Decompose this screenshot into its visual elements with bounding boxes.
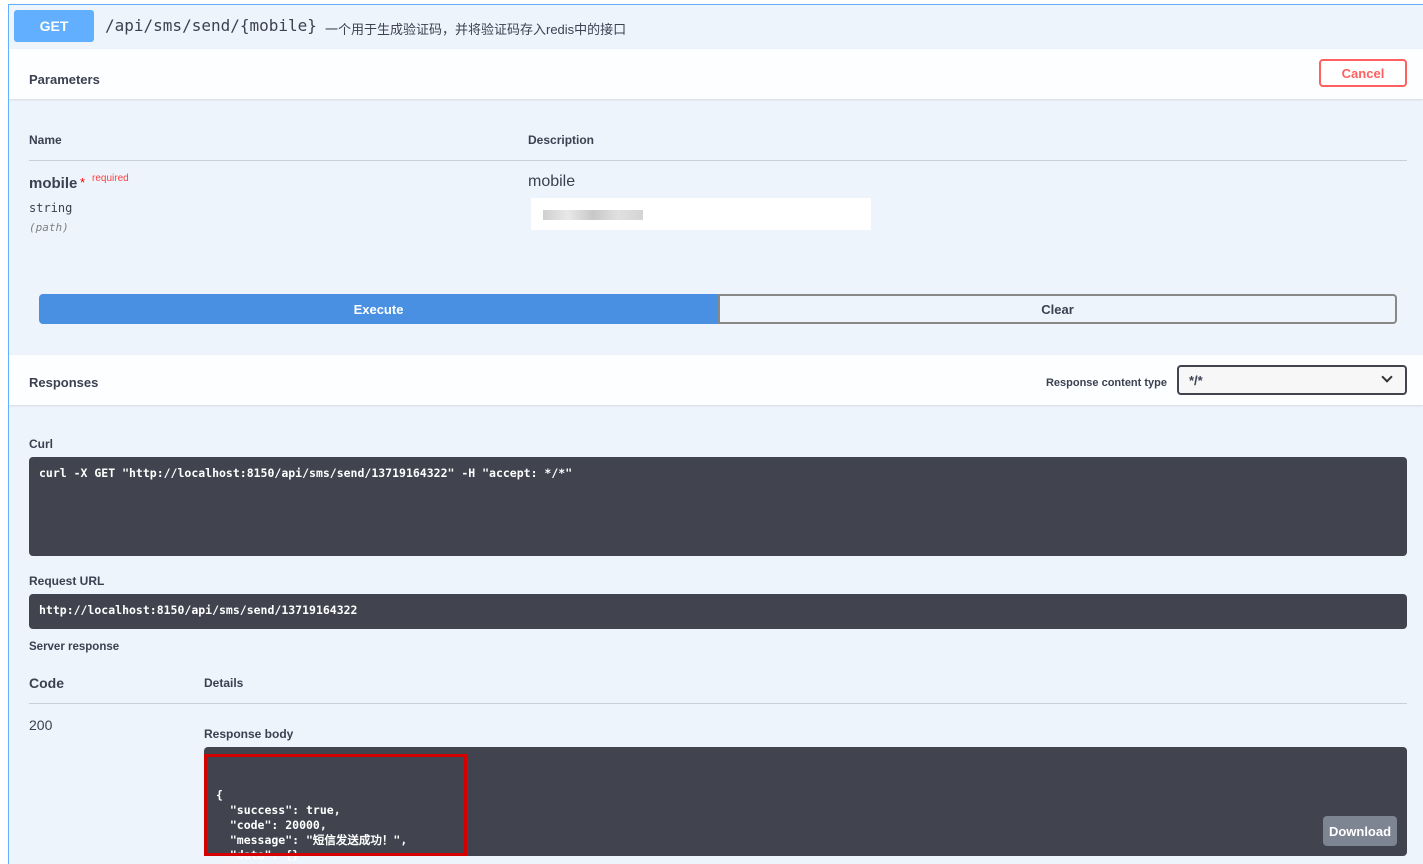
param-location: (path) (29, 221, 69, 234)
divider (29, 160, 1407, 161)
http-method-badge: GET (14, 10, 94, 42)
param-type: string (29, 201, 73, 215)
operation-path: /api/sms/send/{mobile} (105, 16, 317, 35)
curl-command[interactable]: curl -X GET "http://localhost:8150/api/s… (29, 457, 1407, 556)
execute-button[interactable]: Execute (39, 294, 718, 324)
cancel-button[interactable]: Cancel (1319, 59, 1407, 87)
clear-button[interactable]: Clear (718, 294, 1397, 324)
required-label: required (92, 173, 129, 184)
operation-summary[interactable]: GET /api/sms/send/{mobile} 一个用于生成验证码，并将验… (9, 5, 1423, 49)
parameters-header: Parameters Cancel (9, 49, 1423, 99)
content-type-select[interactable]: */* (1177, 365, 1407, 395)
content-type-label: Response content type (1045, 377, 1167, 389)
download-button[interactable]: Download (1323, 816, 1397, 846)
parameters-title: Parameters (29, 72, 100, 87)
divider (29, 703, 1407, 704)
responses-title: Responses (29, 375, 99, 390)
column-header-description: Description (528, 133, 595, 147)
redacted-value (543, 210, 643, 220)
execute-wrapper: Execute Clear (39, 294, 1397, 324)
operation-description: 一个用于生成验证码，并将验证码存入redis中的接口 (325, 22, 627, 37)
request-url-value[interactable]: http://localhost:8150/api/sms/send/13719… (29, 594, 1407, 629)
chevron-down-icon (1381, 371, 1393, 383)
param-description: mobile (528, 173, 576, 190)
content-type-value: */* (1189, 372, 1203, 388)
required-star: * (80, 175, 86, 190)
response-body-label: Response body (204, 727, 294, 741)
request-url-label: Request URL (29, 574, 105, 588)
responses-header: Responses Response content type */* (9, 355, 1423, 405)
highlight-box (204, 754, 467, 856)
operation-block: GET /api/sms/send/{mobile} 一个用于生成验证码，并将验… (8, 4, 1423, 864)
response-column-code: Code (29, 675, 64, 691)
response-column-details: Details (204, 676, 244, 690)
mobile-input[interactable] (531, 198, 871, 230)
column-header-name: Name (29, 133, 62, 147)
server-response-label: Server response (29, 641, 120, 653)
response-status-code: 200 (29, 717, 53, 733)
param-name: mobile (29, 175, 78, 192)
curl-label: Curl (29, 437, 53, 451)
